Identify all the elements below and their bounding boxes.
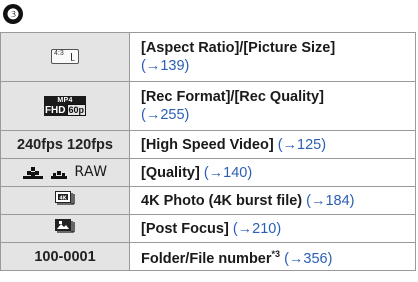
page-reference-link[interactable]: (→139) <box>141 58 189 74</box>
row-label: [Quality] <box>141 164 200 181</box>
page-reference-link[interactable]: (→184) <box>306 193 354 209</box>
description-cell: 4K Photo (4K burst file) (→184) <box>129 186 416 215</box>
page-reference-link[interactable]: (→210) <box>233 221 281 237</box>
description-cell: [Aspect Ratio]/[Picture Size] (→139) <box>129 32 416 82</box>
table-row: [Post Focus] (→210) <box>0 214 416 243</box>
table-row: 100-0001 Folder/File number*3 (→356) <box>0 242 416 271</box>
icon-cell <box>0 214 130 243</box>
folder-file-number-label: 100-0001 <box>34 248 96 265</box>
raw-label: RAW <box>74 164 108 181</box>
row-label: Folder/File number <box>141 250 272 267</box>
description-cell: [Quality] (→140) <box>129 158 416 187</box>
page-reference-link[interactable]: (→125) <box>278 137 326 153</box>
row-label: 4K Photo (4K burst file) <box>141 192 303 209</box>
row-label: [Rec Format]/[Rec Quality] <box>141 89 324 105</box>
icon-cell: 4K <box>0 186 130 215</box>
footnote-marker: *3 <box>271 249 281 260</box>
aspect-ratio-picture-size-icon: 4:3 L <box>51 49 79 65</box>
row-label: [High Speed Video] <box>141 136 274 153</box>
row-label: [Post Focus] <box>141 220 229 237</box>
icon-cell: 240fps 120fps <box>0 130 130 159</box>
quality-standard-icon <box>50 167 68 180</box>
quality-icons: RAW <box>22 164 107 180</box>
row-label: [Aspect Ratio]/[Picture Size] <box>141 40 336 56</box>
icon-cell: 4:3 L <box>0 32 130 82</box>
4k-photo-burst-icon: 4K <box>55 191 75 210</box>
section-number-badge: ❸ <box>3 4 23 24</box>
page-reference-link[interactable]: (→140) <box>204 165 252 181</box>
table-row: MP4 FHD 60p [Rec Format]/[Rec Quality] (→… <box>0 81 416 131</box>
table-row: 4:3 L [Aspect Ratio]/[Picture Size] (→13… <box>0 32 416 82</box>
svg-text:4K: 4K <box>59 195 67 201</box>
description-cell: Folder/File number*3 (→356) <box>129 242 416 271</box>
rec-format-quality-icon: MP4 FHD 60p <box>43 96 87 116</box>
high-speed-fps-label: 240fps 120fps <box>17 136 113 153</box>
table-row: 240fps 120fps [High Speed Video] (→125) <box>0 130 416 159</box>
display-items-table: 4:3 L [Aspect Ratio]/[Picture Size] (→13… <box>0 32 416 271</box>
table-row: RAW [Quality] (→140) <box>0 158 416 187</box>
post-focus-icon <box>55 219 75 238</box>
icon-cell: 100-0001 <box>0 242 130 271</box>
page-reference-link[interactable]: (→255) <box>141 107 189 123</box>
quality-fine-icon <box>22 167 44 180</box>
icon-cell: RAW <box>0 158 130 187</box>
page-reference-link[interactable]: (→356) <box>284 251 332 267</box>
table-row: 4K 4K Photo (4K burst file) (→184) <box>0 186 416 215</box>
description-cell: [Post Focus] (→210) <box>129 214 416 243</box>
icon-cell: MP4 FHD 60p <box>0 81 130 131</box>
description-cell: [High Speed Video] (→125) <box>129 130 416 159</box>
description-cell: [Rec Format]/[Rec Quality] (→255) <box>129 81 416 131</box>
